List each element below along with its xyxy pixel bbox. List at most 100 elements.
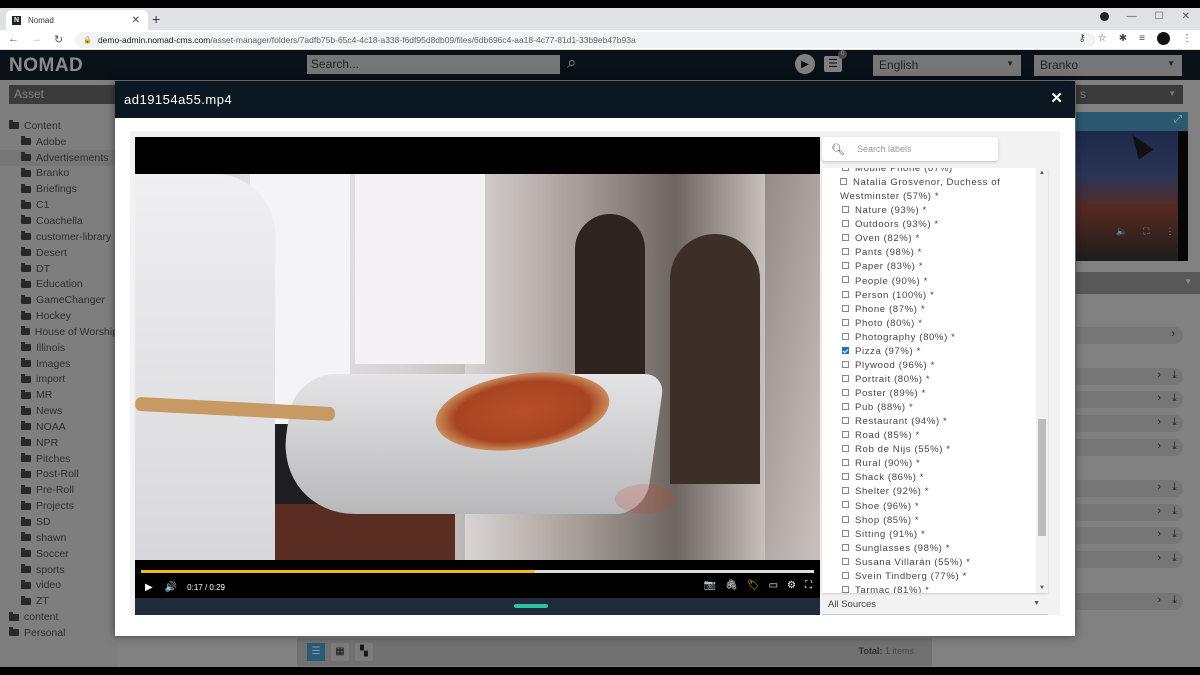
time-display: 0:17 / 0:29 (187, 582, 225, 592)
label-checkbox[interactable] (842, 248, 849, 256)
label-checkbox[interactable] (842, 431, 849, 439)
camera-icon[interactable]: 📷 (704, 580, 716, 591)
label-text: Svein Tindberg (77%) * (855, 570, 967, 582)
label-checkbox[interactable] (842, 374, 849, 382)
label-checkbox[interactable] (842, 234, 849, 242)
close-icon[interactable]: ✕ (1050, 89, 1063, 107)
label-checkbox[interactable] (842, 459, 849, 467)
label-checkbox[interactable] (842, 388, 849, 396)
reading-list-icon[interactable]: ≡ (1139, 33, 1145, 44)
label-text: Shelter (92%) * (855, 486, 930, 498)
volume-icon[interactable]: 🔊 (165, 582, 177, 593)
key-icon[interactable]: ⚷ (1078, 33, 1085, 44)
label-checkbox[interactable] (842, 220, 849, 228)
modal-body: ▶ 🔊 0:17 / 0:29 📷 🖇 🏷 ▭ ⚙ ⛶ 🔍︎ Search la… (130, 131, 1060, 615)
label-item: Photo (80%) * (822, 317, 1034, 331)
minimize-button[interactable]: — (1127, 11, 1137, 22)
search-labels-placeholder: Search labels (856, 144, 912, 154)
label-item: Shoe (96%) * (822, 500, 1034, 514)
label-item: People (90%) * (822, 275, 1034, 289)
label-item: Natalia Grosvenor, Duchess of Westminste… (822, 176, 1034, 204)
label-text: Plywood (96%) * (855, 359, 935, 371)
modal-header: ad19154a55.mp4 ✕ (115, 81, 1075, 118)
gear-icon[interactable]: ⚙ (787, 580, 796, 591)
captions-icon[interactable]: ▭ (769, 580, 778, 591)
label-checkbox[interactable] (842, 585, 849, 593)
label-checkbox[interactable] (842, 557, 849, 565)
label-checkbox[interactable] (842, 501, 849, 509)
url-input[interactable]: 🔒 demo-admin.nomad-cms.com/asset-manager… (75, 31, 1096, 48)
label-item: Pizza (97%) * (822, 345, 1034, 359)
label-item: Outdoors (93%) * (822, 218, 1034, 232)
modal-title: ad19154a55.mp4 (124, 92, 233, 107)
sources-select[interactable]: All Sources ▼ (822, 597, 1048, 615)
label-item: Rob de Nijs (55%) * (822, 443, 1034, 457)
play-icon[interactable]: ▶ (145, 582, 153, 593)
close-tab-icon[interactable]: ✕ (132, 15, 140, 26)
label-checkbox[interactable] (840, 178, 847, 186)
label-text: Poster (89%) * (855, 388, 926, 399)
label-checkbox[interactable] (842, 262, 849, 270)
label-checkbox[interactable] (842, 417, 849, 425)
scroll-up-icon[interactable]: ▲ (1039, 170, 1045, 176)
profile-avatar[interactable] (1157, 32, 1170, 45)
browser-menu-icon[interactable]: ⋮ (1182, 33, 1192, 44)
label-text: Shack (86%) * (855, 472, 925, 484)
label-item: Photography (80%) * (822, 331, 1034, 345)
back-button[interactable]: ← (8, 33, 19, 46)
tag-icon[interactable]: 🏷 (747, 580, 760, 591)
label-checkbox[interactable] (842, 529, 849, 537)
address-bar-row: ← → ↻ 🔒 demo-admin.nomad-cms.com/asset-m… (0, 30, 1200, 50)
label-text: Shoe (96%) * (855, 500, 920, 512)
label-checkbox[interactable] (842, 487, 849, 495)
label-checkbox[interactable] (842, 515, 849, 523)
label-text: Mobile Phone (87%) (855, 168, 953, 174)
video-frame[interactable] (135, 174, 820, 560)
video-preview-modal: ad19154a55.mp4 ✕ ▶ 🔊 0:17 / 0:29 📷 🖇 🏷 ▭… (115, 81, 1075, 636)
label-checkbox[interactable] (842, 290, 849, 298)
record-icon[interactable] (1099, 12, 1109, 21)
browser-tab[interactable]: N Nomad ✕ (6, 10, 148, 30)
puzzle-icon[interactable]: ✱ (1119, 33, 1127, 44)
label-checkbox[interactable] (842, 403, 849, 411)
label-checkbox[interactable] (842, 304, 849, 312)
search-labels-input[interactable]: 🔍︎ Search labels (822, 137, 998, 161)
labels-list: Mobile Phone (87%) Natalia Grosvenor, Duc… (822, 168, 1048, 593)
search-icon: 🔍︎ (831, 143, 845, 156)
label-checkbox[interactable] (842, 332, 849, 340)
scroll-down-icon[interactable]: ▼ (1039, 585, 1045, 591)
progress-bar[interactable] (141, 570, 814, 573)
label-checkbox[interactable] (842, 276, 849, 284)
label-item: Tarmac (81%) * (822, 584, 1034, 593)
label-checkbox[interactable] (842, 445, 849, 453)
fullscreen-icon[interactable]: ⛶ (805, 580, 812, 591)
label-item: Plywood (96%) * (822, 359, 1034, 373)
label-checkbox[interactable] (842, 346, 849, 354)
label-checkbox[interactable] (842, 318, 849, 326)
label-checkbox[interactable] (842, 473, 849, 481)
nomad-favicon-icon: N (12, 15, 21, 25)
reload-button[interactable]: ↻ (54, 33, 63, 46)
bookmark-star-icon[interactable]: ☆ (1098, 33, 1107, 44)
forward-button[interactable]: → (31, 33, 42, 46)
new-tab-button[interactable]: + (152, 11, 160, 27)
drawer-grip[interactable] (514, 604, 548, 608)
label-checkbox[interactable] (842, 543, 849, 551)
label-text: People (90%) * (855, 275, 928, 287)
label-checkbox[interactable] (842, 206, 849, 214)
label-checkbox[interactable] (842, 360, 849, 368)
label-text: Paper (83%) * (855, 261, 924, 273)
label-text: Person (100%) * (855, 289, 935, 301)
lock-icon: 🔒 (83, 36, 92, 44)
close-window-button[interactable]: ✕ (1182, 11, 1190, 22)
label-item: Portrait (80%) * (822, 373, 1034, 387)
label-item: Mobile Phone (87%) (822, 168, 1034, 176)
label-text: Road (85%) * (855, 430, 920, 442)
drawer-handle-bar[interactable] (135, 598, 820, 615)
scrollbar-thumb[interactable] (1038, 419, 1046, 536)
labels-scrollbar[interactable]: ▲ ▼ (1036, 168, 1048, 593)
maximize-button[interactable]: ☐ (1155, 11, 1164, 22)
label-checkbox[interactable] (842, 571, 849, 579)
paperclip-icon[interactable]: 🖇 (725, 580, 738, 591)
label-checkbox[interactable] (842, 168, 849, 171)
